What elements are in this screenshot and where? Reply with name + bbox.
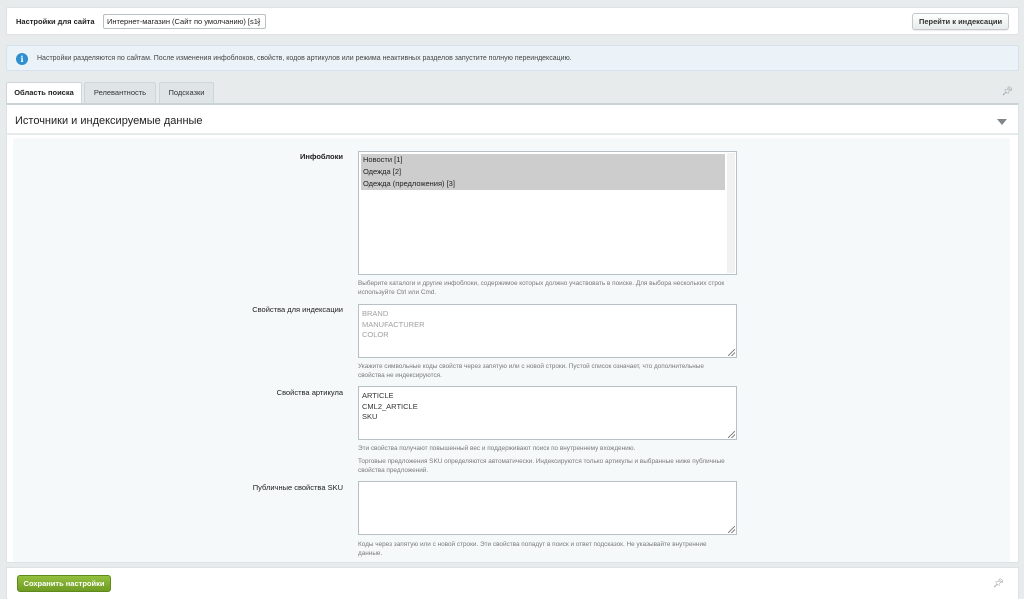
article-props-label: Свойства артикула bbox=[276, 388, 343, 397]
bottom-action-bar: Сохранить настройки 📌︎ bbox=[6, 567, 1019, 599]
placeholder-line: MANUFACTURER bbox=[362, 319, 425, 329]
index-props-hint: Укажите символьные коды свойств через за… bbox=[358, 363, 704, 379]
pin-icon[interactable]: 📌︎ bbox=[1002, 86, 1013, 97]
iblocks-hint: Выберите каталоги и другие инфоблоки, со… bbox=[358, 280, 725, 296]
info-icon: i bbox=[16, 53, 28, 65]
go-to-reindex-button[interactable]: Перейти к индексации bbox=[912, 13, 1009, 30]
tab-relevance[interactable]: Релевантность bbox=[84, 82, 156, 103]
tab-content: Источники и индексируемые данные Инфобло… bbox=[6, 103, 1019, 563]
site-select[interactable]: Интернет-магазин (Сайт по умолчанию) [s1… bbox=[103, 14, 266, 29]
listbox-scrollbar[interactable] bbox=[727, 153, 735, 273]
sku-props-hint: Коды через запятую или с новой строки. Э… bbox=[358, 541, 707, 557]
sku-props-label: Публичные свойства SKU bbox=[252, 483, 343, 492]
textarea-line: ARTICLE bbox=[362, 391, 394, 400]
section-divider bbox=[7, 133, 1018, 135]
info-notice: i Настройки разделяются по сайтам. После… bbox=[6, 45, 1019, 71]
tabs-bar: Область поиска Релевантность Подсказки 📌… bbox=[6, 82, 1019, 103]
article-props-textarea[interactable]: ARTICLE CML2_ARTICLE SKU bbox=[358, 386, 737, 440]
sku-props-textarea[interactable] bbox=[358, 481, 737, 535]
resize-handle-icon[interactable] bbox=[728, 526, 735, 533]
placeholder-line: BRAND bbox=[362, 309, 389, 318]
article-props-hint: Эти свойства получают повышенный вес и п… bbox=[358, 445, 636, 452]
tab-search-area[interactable]: Область поиска bbox=[6, 82, 82, 103]
tab-suggestions[interactable]: Подсказки bbox=[159, 82, 214, 103]
section-title: Источники и индексируемые данные bbox=[15, 115, 203, 127]
textarea-line: CML2_ARTICLE bbox=[362, 401, 418, 411]
iblocks-label: Инфоблоки bbox=[299, 152, 343, 161]
site-settings-bar: Настройки для сайта Интернет-магазин (Са… bbox=[6, 7, 1019, 35]
collapse-icon[interactable] bbox=[997, 119, 1007, 125]
chevron-down-icon: ⌄ bbox=[255, 16, 262, 25]
index-props-textarea[interactable]: BRAND MANUFACTURER COLOR bbox=[358, 304, 737, 358]
site-select-value: Интернет-магазин (Сайт по умолчанию) [s1… bbox=[107, 17, 260, 26]
iblock-option[interactable]: Новости [1] bbox=[361, 154, 725, 166]
iblock-option[interactable]: Одежда [2] bbox=[361, 166, 725, 178]
notice-text: Настройки разделяются по сайтам. После и… bbox=[37, 55, 572, 62]
resize-handle-icon[interactable] bbox=[728, 431, 735, 438]
placeholder-line: COLOR bbox=[362, 330, 389, 339]
iblock-option[interactable]: Одежда (предложения) [3] bbox=[361, 178, 725, 190]
textarea-line: SKU bbox=[362, 412, 378, 421]
index-props-label: Свойства для индексации bbox=[252, 305, 343, 314]
sku-notice-hint: Торговые предложения SKU определяются ав… bbox=[358, 458, 725, 474]
pin-icon[interactable]: 📌︎ bbox=[993, 578, 1004, 589]
form-area: Инфоблоки Новости [1] Одежда [2] Одежда … bbox=[13, 138, 1010, 562]
resize-handle-icon[interactable] bbox=[728, 349, 735, 356]
save-settings-button[interactable]: Сохранить настройки bbox=[17, 575, 111, 592]
iblocks-multiselect[interactable]: Новости [1] Одежда [2] Одежда (предложен… bbox=[358, 151, 737, 275]
site-label: Настройки для сайта bbox=[16, 17, 95, 26]
